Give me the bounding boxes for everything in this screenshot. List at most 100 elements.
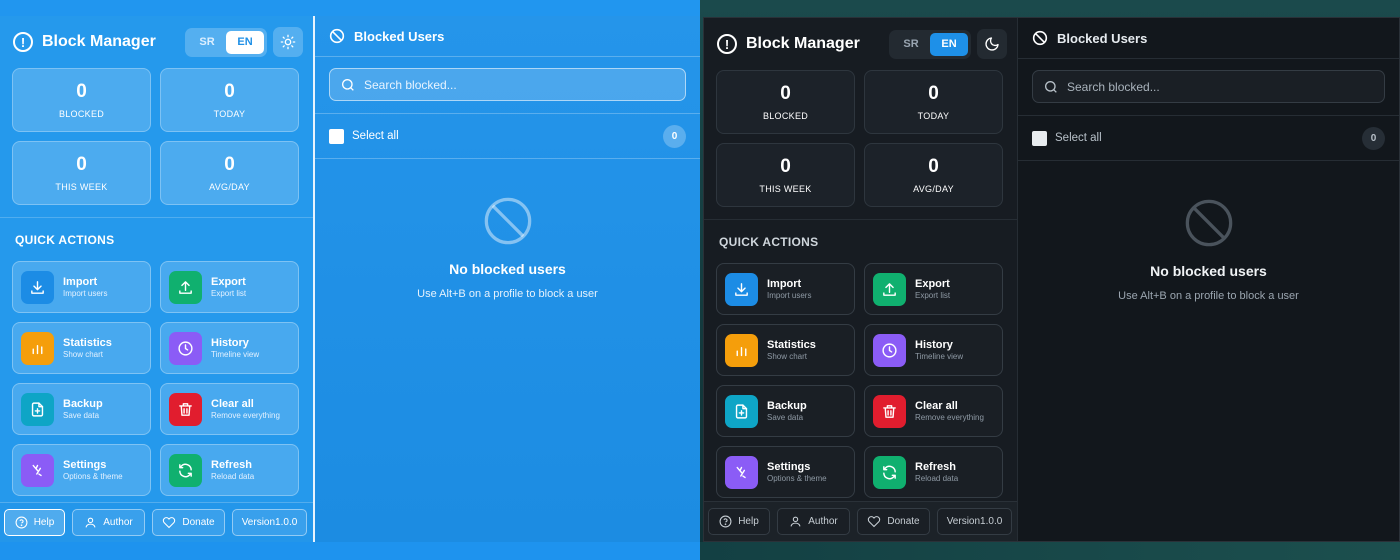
extension-window: ! Block Manager SR EN 0 BLOCKED 0 TODAY 0 T…: [703, 17, 1400, 542]
action-title: Settings: [63, 458, 107, 471]
action-text: Refresh Reload data: [211, 459, 254, 482]
theme-toggle-button[interactable]: [273, 27, 303, 57]
stat-label: TODAY: [917, 111, 950, 121]
action-icon-tile: [873, 394, 906, 428]
action-subtitle: Remove everything: [915, 412, 984, 422]
action-subtitle: Options & theme: [63, 471, 123, 481]
action-export-button[interactable]: Export Export list: [160, 261, 299, 313]
action-icon-tile: [21, 331, 54, 365]
lang-sr-button[interactable]: SR: [892, 33, 930, 56]
select-all-checkbox[interactable]: [329, 128, 344, 144]
action-text: Statistics Show chart: [767, 339, 816, 362]
action-title: Import: [767, 277, 802, 290]
sidebar: ! Block Manager SR EN 0 BLOCKED 0 TODAY 0 T…: [704, 18, 1018, 541]
action-text: Settings Options & theme: [767, 461, 827, 484]
user-icon: [85, 517, 96, 528]
select-all-row: Select all 0: [315, 114, 700, 158]
select-all-label[interactable]: Select all: [1055, 132, 1362, 144]
stat-value: 0: [928, 83, 939, 104]
action-export-button[interactable]: Export Export list: [864, 263, 1003, 315]
author-button[interactable]: Author: [777, 508, 850, 535]
language-switch: SR EN: [889, 29, 971, 59]
donate-button[interactable]: Donate: [152, 509, 225, 536]
clock-icon: [882, 342, 897, 358]
trash-icon: [179, 402, 192, 416]
action-title: Settings: [767, 460, 811, 473]
stat-this-week: 0 THIS WEEK: [716, 143, 855, 207]
donate-button[interactable]: Donate: [857, 508, 930, 535]
upload-icon: [179, 280, 192, 294]
help-label: Help: [738, 516, 759, 527]
quick-actions-grid: Import Import users Export Export list Stati…: [704, 263, 1017, 498]
action-import-button[interactable]: Import Import users: [12, 261, 151, 313]
theme-toggle-button[interactable]: [977, 29, 1007, 59]
main-title: Blocked Users: [1057, 30, 1148, 46]
stat-today: 0 TODAY: [864, 70, 1003, 134]
action-icon-tile: [169, 453, 202, 487]
action-icon-tile: [873, 455, 906, 489]
help-button[interactable]: Help: [4, 509, 65, 536]
action-import-button[interactable]: Import Import users: [716, 263, 855, 315]
action-text: Import Import users: [767, 278, 811, 301]
action-icon-tile: [169, 392, 202, 426]
author-button[interactable]: Author: [72, 509, 145, 536]
stat-label: THIS WEEK: [55, 182, 108, 192]
action-subtitle: Import users: [63, 288, 108, 298]
lang-en-button[interactable]: EN: [226, 30, 264, 54]
action-backup-button[interactable]: Backup Save data: [12, 383, 151, 435]
help-button[interactable]: Help: [708, 508, 770, 535]
action-title: History: [211, 336, 249, 349]
stat-value: 0: [928, 156, 939, 177]
action-history-button[interactable]: History Timeline view: [864, 324, 1003, 376]
version-button[interactable]: Version1.0.0: [937, 508, 1012, 535]
file-plus-icon: [31, 401, 44, 417]
action-icon-tile: [21, 453, 54, 487]
action-refresh-button[interactable]: Refresh Reload data: [160, 444, 299, 496]
action-history-button[interactable]: History Timeline view: [160, 322, 299, 374]
alert-logo-icon: !: [717, 34, 737, 54]
lang-sr-button[interactable]: SR: [188, 31, 226, 54]
action-refresh-button[interactable]: Refresh Reload data: [864, 446, 1003, 498]
version-label: Version1.0.0: [241, 517, 298, 528]
quick-actions-title: QUICK ACTIONS: [15, 233, 115, 247]
version-button[interactable]: Version1.0.0: [232, 509, 307, 536]
action-clear-all-button[interactable]: Clear all Remove everything: [160, 383, 299, 435]
stats-grid: 0 BLOCKED 0 TODAY 0 THIS WEEK 0 AVG/DAY: [0, 68, 313, 205]
action-clear-all-button[interactable]: Clear all Remove everything: [864, 385, 1003, 437]
heart-icon: [868, 516, 881, 528]
action-settings-button[interactable]: Settings Options & theme: [716, 446, 855, 498]
stat-value: 0: [780, 83, 791, 104]
action-statistics-button[interactable]: Statistics Show chart: [12, 322, 151, 374]
stat-label: THIS WEEK: [759, 184, 812, 194]
action-subtitle: Reload data: [211, 471, 255, 481]
search-box: [1032, 70, 1385, 103]
search-input[interactable]: [1067, 79, 1374, 94]
donate-label: Donate: [182, 517, 215, 528]
light-theme-panel: ! Block Manager SR EN 0 BLOCKED 0 TODAY 0 T…: [0, 0, 700, 560]
select-all-label[interactable]: Select all: [352, 130, 663, 142]
extension-window: ! Block Manager SR EN 0 BLOCKED 0 TODAY 0 T…: [0, 16, 700, 542]
sidebar-header: ! Block Manager SR EN: [704, 18, 1017, 70]
heart-icon: [163, 517, 176, 529]
empty-title: No blocked users: [1150, 263, 1267, 279]
action-text: Export Export list: [211, 276, 246, 299]
select-all-checkbox[interactable]: [1032, 130, 1047, 146]
action-icon-tile: [725, 272, 758, 306]
search-input[interactable]: [364, 77, 675, 92]
action-icon-tile: [725, 455, 758, 489]
refresh-icon: [883, 465, 896, 479]
action-statistics-button[interactable]: Statistics Show chart: [716, 324, 855, 376]
main-title: Blocked Users: [354, 28, 445, 44]
action-backup-button[interactable]: Backup Save data: [716, 385, 855, 437]
lang-en-button[interactable]: EN: [930, 32, 968, 56]
ban-icon: [1032, 30, 1048, 46]
sidebar: ! Block Manager SR EN 0 BLOCKED 0 TODAY 0 T…: [0, 16, 313, 542]
moon-icon: [985, 37, 999, 51]
ban-large-icon: [1185, 199, 1232, 247]
action-settings-button[interactable]: Settings Options & theme: [12, 444, 151, 496]
stats-grid: 0 BLOCKED 0 TODAY 0 THIS WEEK 0 AVG/DAY: [704, 70, 1017, 207]
action-title: Statistics: [767, 338, 816, 351]
quick-actions-title: QUICK ACTIONS: [719, 235, 819, 249]
language-switch: SR EN: [185, 27, 267, 57]
tools-icon: [736, 466, 746, 478]
